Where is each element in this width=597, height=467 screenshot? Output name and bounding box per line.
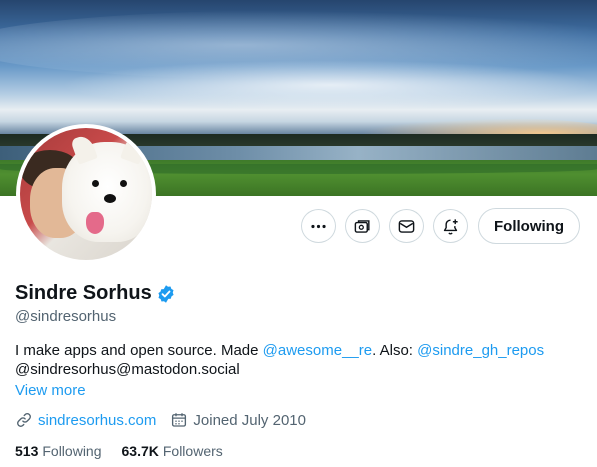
bell-add-icon (443, 218, 458, 234)
subscriptions-icon (354, 219, 370, 233)
profile-meta: sindresorhus.com Joined July 2010 (15, 411, 306, 429)
website-link[interactable]: sindresorhus.com (38, 412, 156, 429)
bio-text: I make apps and open source. Made (15, 342, 263, 359)
bio-text: @sindresorhus@mastodon.social (15, 361, 240, 378)
joined-date: Joined July 2010 (193, 411, 306, 429)
bio-mention-link[interactable]: @awesome__re (263, 342, 372, 359)
notifications-button[interactable] (433, 209, 468, 243)
message-button[interactable] (389, 209, 424, 243)
bio-mention-link[interactable]: @sindre_gh_repos (417, 342, 544, 359)
followers-count: 63.7K (121, 443, 159, 459)
following-button[interactable]: Following (478, 208, 580, 244)
avatar[interactable] (16, 124, 156, 264)
banner-cloud (60, 60, 597, 110)
profile-name-row: Sindre Sorhus (15, 282, 176, 305)
view-more-link[interactable]: View more (15, 382, 86, 399)
avatar-dog-nose (104, 194, 116, 203)
followers-count-link[interactable]: 63.7K Followers (122, 443, 223, 459)
follow-stats: 513 Following 63.7K Followers (15, 443, 223, 459)
avatar-image (20, 128, 152, 260)
following-count: 513 (15, 443, 39, 459)
more-icon (311, 224, 326, 228)
mail-icon (398, 219, 415, 233)
avatar-dog-eye (92, 180, 99, 187)
verified-badge-icon[interactable] (156, 284, 176, 304)
link-icon (17, 413, 31, 427)
following-count-link[interactable]: 513 Following (15, 443, 102, 459)
profile-handle: @sindresorhus (15, 308, 117, 325)
profile-name: Sindre Sorhus (15, 282, 152, 304)
calendar-icon (172, 413, 187, 427)
profile-bio: I make apps and open source. Made @aweso… (15, 341, 575, 379)
subscriptions-button[interactable] (345, 209, 380, 243)
followers-label: Followers (162, 443, 223, 459)
following-label: Following (42, 443, 102, 459)
avatar-dog-tongue (86, 212, 104, 234)
more-button[interactable] (301, 209, 336, 243)
bio-text: . Also: (372, 342, 418, 359)
avatar-dog-eye (120, 180, 127, 187)
